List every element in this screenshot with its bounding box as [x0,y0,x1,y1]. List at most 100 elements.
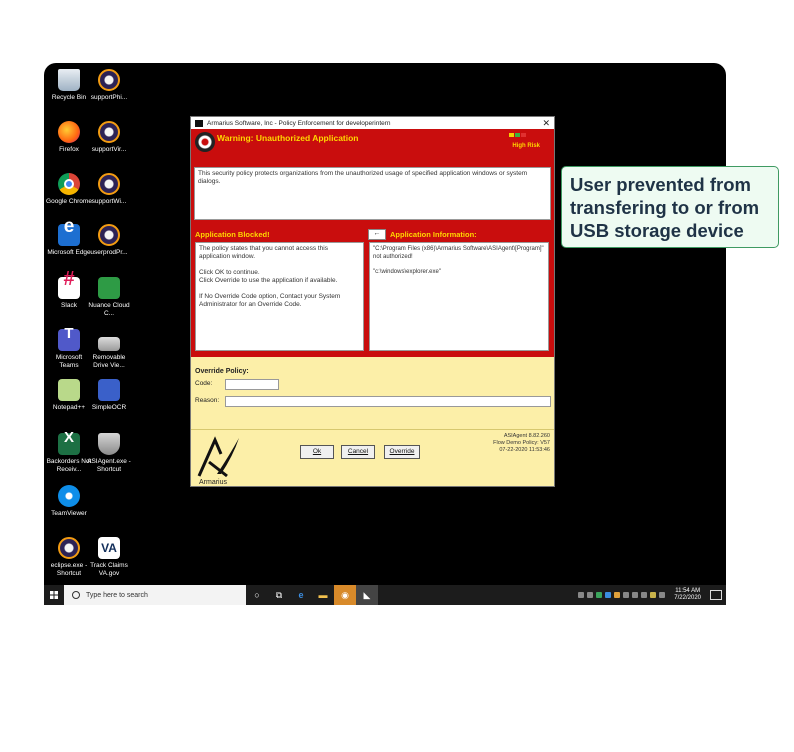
info-line: "C:\Program Files (x86)\Armarius Softwar… [373,246,544,260]
taskbar: Type here to search ○ ⧉ e ▬ ◉ ◣ 11:54 AM… [44,585,726,605]
eclipse-icon [98,173,120,195]
eclipse-icon [98,69,120,91]
va-icon: VA [98,537,120,559]
desktop-icon-supportphi[interactable]: supportPhi... [86,69,132,102]
excel-icon [58,433,80,455]
search-placeholder: Type here to search [86,591,148,599]
taskbar-explorer-icon[interactable]: ▬ [312,585,334,605]
ocr-icon [98,379,120,401]
firefox-icon [58,121,80,143]
app-icon [195,119,203,127]
desktop-icon-userprodpr[interactable]: userprodPr... [86,224,132,257]
task-view-icon[interactable]: ⧉ [268,585,290,605]
eclipse-icon [98,224,120,246]
dialog-footer: Armarius Ok Cancel Override ASIAgent 8.8… [191,429,554,486]
network-icon[interactable] [632,592,639,598]
desktop-icon-asiagent[interactable]: ASIAgent.exe - Shortcut [86,433,132,473]
shield-icon [98,433,120,455]
policy-description: This security policy protects organizati… [194,167,551,220]
drive-icon [98,337,120,351]
start-button[interactable] [44,585,64,605]
taskbar-search[interactable]: Type here to search [64,585,246,605]
blocked-message: The policy states that you cannot access… [195,242,364,351]
tray-icon[interactable] [578,592,585,598]
timestamp-line: 07-22-2020 11:53:46 [499,447,550,453]
blocked-line: If No Override Code option, Contact your… [199,293,341,308]
risk-indicator [509,133,526,137]
info-message: "C:\Program Files (x86)\Armarius Softwar… [369,242,549,351]
recycle-bin-icon [58,69,80,91]
edge-icon [58,223,80,246]
clock-date: 7/22/2020 [674,595,701,601]
risk-bar-yellow [509,133,514,137]
tray-icon[interactable] [614,592,621,598]
desktop-icon-nuance[interactable]: Nuance Cloud C... [86,277,132,317]
desktop-icon-supportwi[interactable]: supportWi... [86,173,132,206]
taskbar-edge-icon[interactable]: e [290,585,312,605]
policy-dialog: Armarius Software, Inc - Policy Enforcem… [190,116,555,487]
desktop-icon-label: SimpleOCR [91,404,127,411]
reason-label: Reason: [195,397,220,404]
windows-icon [50,591,58,599]
override-header: Override Policy: [195,368,249,375]
desktop-icon-simpleocr[interactable]: SimpleOCR [86,379,132,412]
desktop-icon-va[interactable]: VA Track Claims VA.gov [86,537,132,577]
taskbar-clock[interactable]: 11:54 AM 7/22/2020 [674,588,701,602]
slack-icon [58,276,80,299]
desktop-icon-label: ASIAgent.exe - Shortcut [87,458,131,473]
cancel-button[interactable]: Cancel [341,445,375,459]
cortana-icon[interactable]: ○ [246,585,268,605]
info-panel: ← Application Information: "C:\Program F… [366,225,554,357]
teamviewer-icon [58,485,80,507]
tray-icon[interactable] [596,592,603,598]
search-icon [72,591,80,599]
taskbar-asiagent-icon[interactable]: ◣ [356,585,378,605]
risk-label: High Risk [512,143,540,149]
blocked-line: The policy states that you cannot access… [199,245,328,260]
tray-icon[interactable] [623,592,630,598]
notepad-icon [58,379,80,401]
blocked-header: Application Blocked! [195,230,270,239]
blocked-panel: Application Blocked! The policy states t… [191,225,366,357]
desktop-icon-label: supportPhi... [90,94,128,101]
language-icon[interactable] [659,592,666,598]
desktop-icon-label: Removable Drive Vie... [92,354,126,369]
code-label: Code: [195,380,213,387]
desktop-icon-supportvir[interactable]: supportVir... [86,121,132,154]
tray-icon[interactable] [650,592,657,598]
system-tray: 11:54 AM 7/22/2020 [578,588,726,602]
tray-icon[interactable] [605,592,612,598]
dialog-title: Armarius Software, Inc - Policy Enforcem… [207,119,391,127]
info-line: "c:\windows\explorer.exe" [373,269,441,275]
eclipse-icon [58,537,80,559]
ok-button[interactable]: Ok [300,445,334,459]
risk-bar-red [521,133,526,137]
eclipse-icon [98,121,120,143]
desktop-icon-label: userprodPr... [90,249,128,256]
warning-icon [195,132,215,152]
override-button[interactable]: Override [384,445,420,459]
notification-icon[interactable] [710,590,722,600]
desktop-icon-label: supportVir... [91,146,127,153]
code-input[interactable] [225,379,279,390]
desktop-icon-removable-drive[interactable]: Removable Drive Vie... [86,329,132,369]
info-header: Application Information: [390,230,477,239]
desktop-icon-label: TeamViewer [51,510,87,517]
close-button[interactable]: ✕ [542,118,550,129]
back-arrow-button[interactable]: ← [368,229,386,240]
chrome-icon [58,173,80,195]
callout-box: User prevented from transfering to or fr… [561,166,779,248]
warning-title: Warning: Unauthorized Application [217,133,359,143]
blocked-line: Click Override to use the application if… [199,277,338,284]
armarius-logo [197,436,239,478]
volume-icon[interactable] [641,592,648,598]
reason-input[interactable] [225,396,551,407]
dialog-titlebar: Armarius Software, Inc - Policy Enforcem… [191,117,554,129]
taskbar-chrome-icon[interactable]: ◉ [334,585,356,605]
desktop-screen: Recycle Bin supportPhi... Firefox suppor… [44,63,726,605]
version-info: ASIAgent 8.82.260 Flow Demo Policy: V57 … [493,433,550,454]
warning-panel: Warning: Unauthorized Application High R… [191,129,554,225]
desktop-icon-teamviewer[interactable]: TeamViewer [46,485,92,518]
tray-icon[interactable] [587,592,594,598]
logo-text: Armarius [199,479,228,486]
